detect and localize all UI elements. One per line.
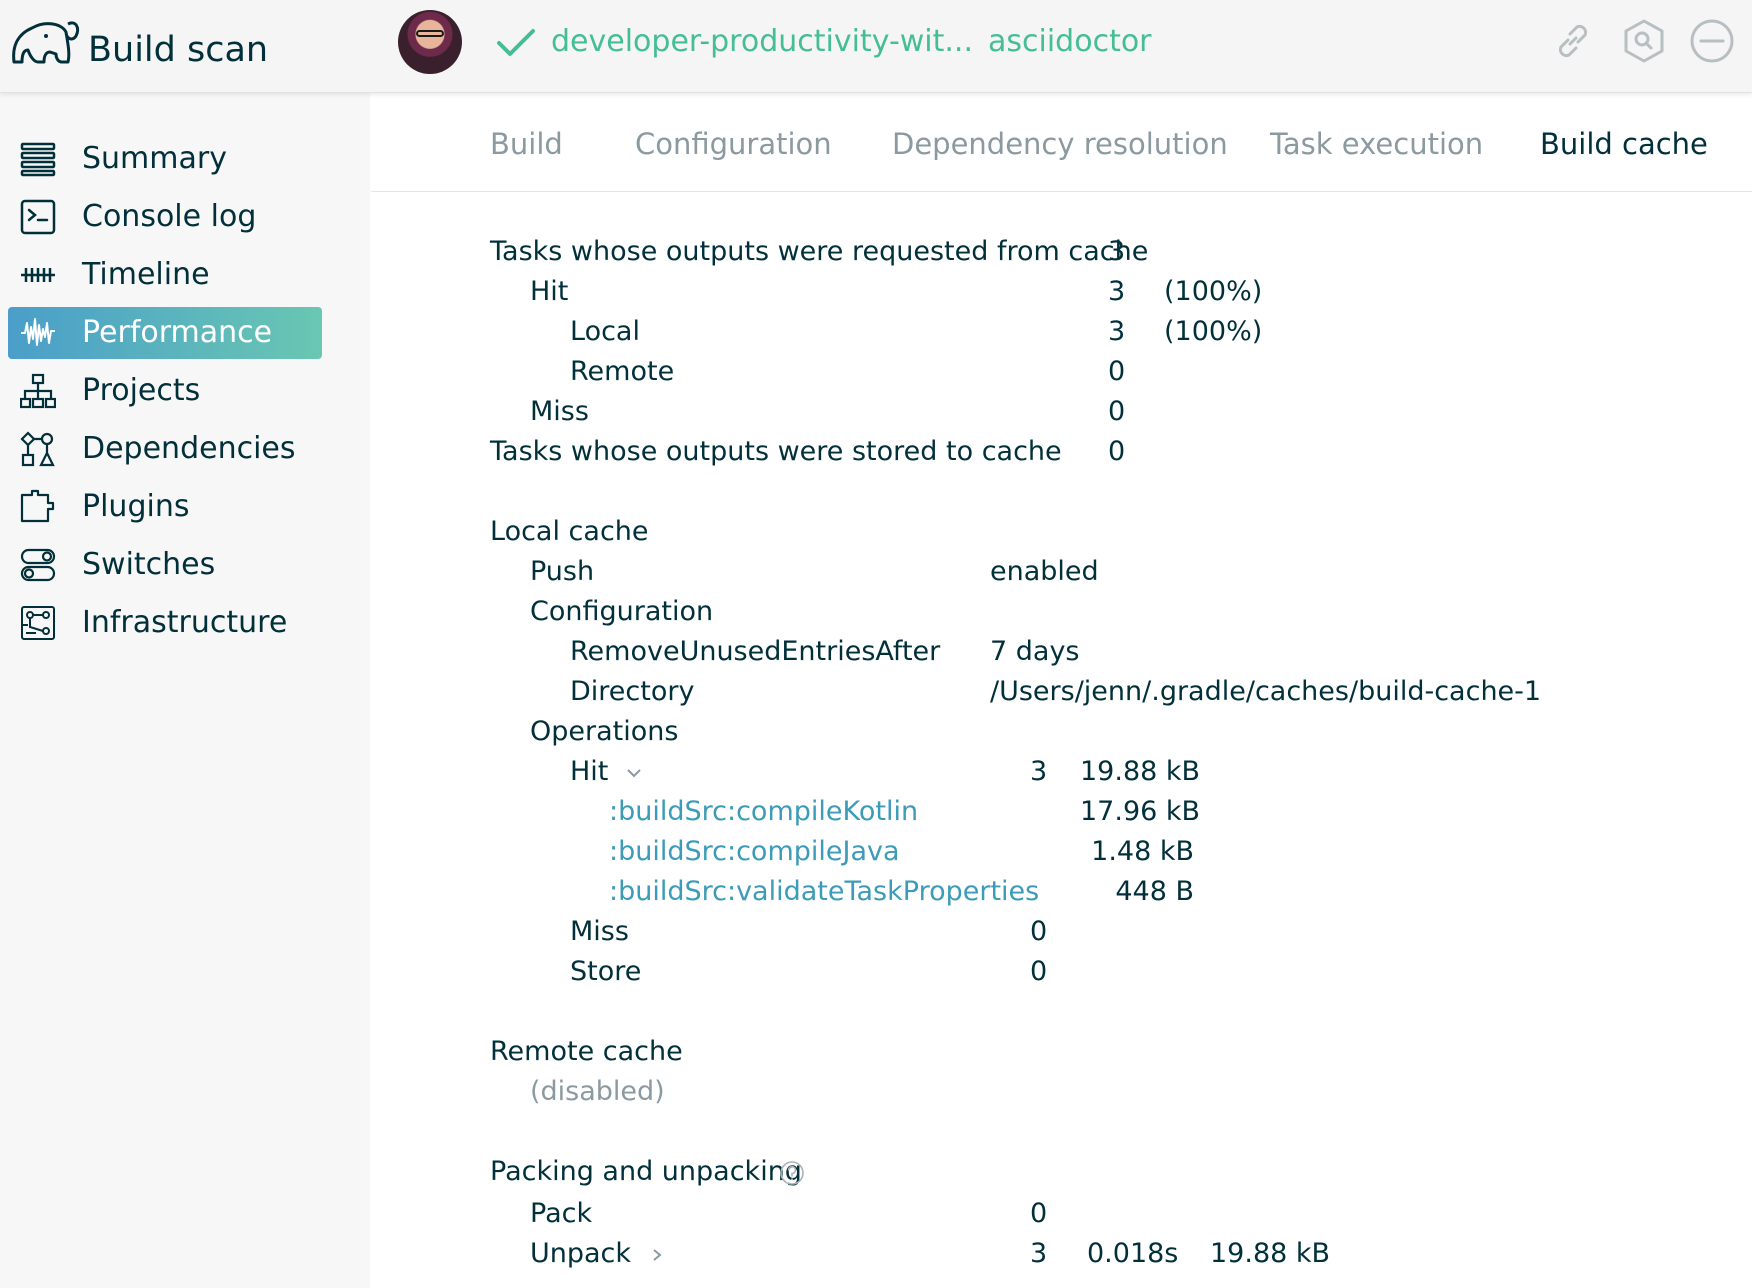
task-size: 448 B <box>1115 876 1194 907</box>
requested-count: 3 <box>1108 236 1126 267</box>
hexagon-search-icon[interactable] <box>1621 18 1667 64</box>
sidebar-item-label: Console log <box>82 199 257 234</box>
operations-label: Operations <box>530 716 679 747</box>
sidebar-item-label: Summary <box>82 141 227 176</box>
local-cache-title: Local cache <box>490 516 649 547</box>
chevron-right-icon[interactable] <box>649 1248 665 1262</box>
push-label: Push <box>530 556 595 587</box>
dependencies-icon <box>20 431 55 467</box>
tab-build[interactable]: Build <box>490 127 563 161</box>
hit-percent: (100%) <box>1164 276 1263 307</box>
remote-label: Remote <box>570 356 675 387</box>
sidebar-item-dependencies[interactable]: Dependencies <box>8 423 322 475</box>
tab-bar: Build Configuration Dependency resolutio… <box>371 93 1752 192</box>
operations-store-label: Store <box>570 956 642 987</box>
local-count: 3 <box>1108 316 1126 347</box>
sidebar-item-label: Performance <box>82 315 273 350</box>
avatar[interactable] <box>398 10 462 74</box>
unpack-toggle[interactable]: Unpack <box>530 1238 665 1270</box>
sidebar-item-summary[interactable]: Summary <box>8 133 322 185</box>
remote-cache-status: (disabled) <box>530 1076 665 1107</box>
remove-unused-label: RemoveUnusedEntriesAfter <box>570 636 941 667</box>
packing-title: Packing and unpacking <box>490 1156 802 1187</box>
operations-hit-toggle[interactable]: Hit <box>570 756 642 788</box>
sidebar: Summary Console log Timeline Performance… <box>0 93 370 1288</box>
pack-count: 0 <box>1030 1198 1048 1229</box>
stored-count: 0 <box>1108 436 1126 467</box>
project-name-link[interactable]: developer-productivity-wit... <box>551 24 973 59</box>
check-icon <box>497 29 535 56</box>
directory-label: Directory <box>570 676 695 707</box>
sidebar-item-plugins[interactable]: Plugins <box>8 481 322 533</box>
help-icon[interactable] <box>779 1160 805 1186</box>
push-value: enabled <box>990 556 1099 587</box>
timeline-icon <box>21 268 55 282</box>
sidebar-item-projects[interactable]: Projects <box>8 365 322 417</box>
unpack-size: 19.88 kB <box>1210 1238 1331 1269</box>
configuration-label: Configuration <box>530 596 714 627</box>
brand-title[interactable]: Build scan <box>88 30 268 70</box>
puzzle-icon <box>20 489 55 523</box>
hit-count: 3 <box>1108 276 1126 307</box>
elephant-logo-icon[interactable] <box>6 14 82 72</box>
sidebar-item-label: Switches <box>82 547 216 582</box>
operations-hit-count: 3 <box>1030 756 1048 787</box>
sidebar-item-console-log[interactable]: Console log <box>8 191 322 243</box>
waveform-icon <box>21 318 55 346</box>
operations-hit-size: 19.88 kB <box>1080 756 1201 787</box>
miss-count: 0 <box>1108 396 1126 427</box>
sidebar-item-label: Timeline <box>82 257 210 292</box>
task-link[interactable]: :buildSrc:compileJava <box>609 836 900 868</box>
tab-task-execution[interactable]: Task execution <box>1270 127 1483 161</box>
top-bar: Build scan developer-productivity-wit...… <box>0 0 1752 93</box>
task-link[interactable]: :buildSrc:validateTaskProperties <box>609 876 1039 908</box>
chevron-down-icon[interactable] <box>626 766 642 780</box>
unpack-count: 3 <box>1030 1238 1048 1269</box>
sidebar-item-performance[interactable]: Performance <box>8 307 322 359</box>
sidebar-item-switches[interactable]: Switches <box>8 539 322 591</box>
remote-cache-title: Remote cache <box>490 1036 683 1067</box>
sidebar-item-label: Infrastructure <box>82 605 288 640</box>
circuit-icon <box>21 606 55 640</box>
tab-build-cache[interactable]: Build cache <box>1540 127 1708 161</box>
task-link[interactable]: :buildSrc:compileKotlin <box>609 796 918 828</box>
sidebar-item-label: Projects <box>82 373 201 408</box>
minus-circle-icon[interactable] <box>1689 18 1735 64</box>
unpack-label: Unpack <box>530 1238 632 1269</box>
operations-miss-count: 0 <box>1030 916 1048 947</box>
terminal-icon <box>20 199 56 235</box>
miss-label: Miss <box>530 396 589 427</box>
toggle-icon <box>20 548 56 582</box>
remote-count: 0 <box>1108 356 1126 387</box>
sidebar-item-label: Dependencies <box>82 431 296 466</box>
task-size: 1.48 kB <box>1091 836 1194 867</box>
remove-unused-value: 7 days <box>990 636 1080 667</box>
tab-dependency-resolution[interactable]: Dependency resolution <box>892 127 1228 161</box>
unpack-time: 0.018s <box>1087 1238 1179 1269</box>
operations-miss-label: Miss <box>570 916 629 947</box>
directory-value: /Users/jenn/.gradle/caches/build-cache-1 <box>990 676 1542 707</box>
operations-store-count: 0 <box>1030 956 1048 987</box>
hierarchy-icon <box>20 373 56 409</box>
list-icon <box>20 142 56 177</box>
link-icon[interactable] <box>1550 18 1596 64</box>
sidebar-item-infrastructure[interactable]: Infrastructure <box>8 597 322 649</box>
local-percent: (100%) <box>1164 316 1263 347</box>
project-tag-link[interactable]: asciidoctor <box>988 24 1152 59</box>
pack-label: Pack <box>530 1198 593 1229</box>
sidebar-item-label: Plugins <box>82 489 190 524</box>
task-size: 17.96 kB <box>1080 796 1201 827</box>
requested-label: Tasks whose outputs were requested from … <box>490 236 1149 267</box>
operations-hit-label: Hit <box>570 756 609 787</box>
hit-label: Hit <box>530 276 569 307</box>
local-label: Local <box>570 316 640 347</box>
stored-label: Tasks whose outputs were stored to cache <box>490 436 1062 467</box>
tab-configuration[interactable]: Configuration <box>635 127 832 161</box>
sidebar-item-timeline[interactable]: Timeline <box>8 249 322 301</box>
